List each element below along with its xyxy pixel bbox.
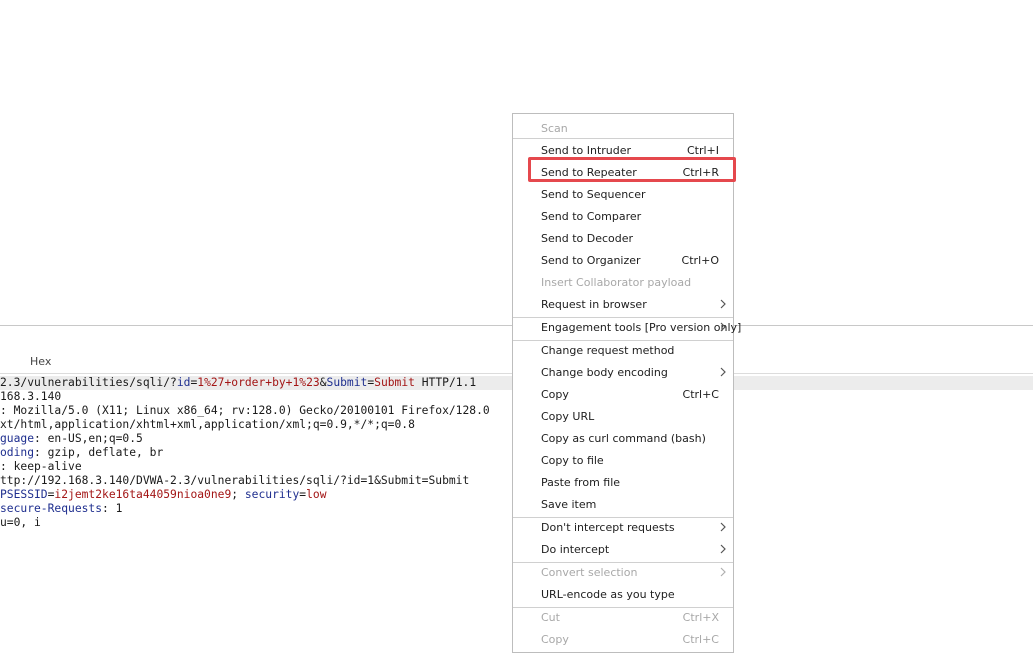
menu-item-change-body-encoding[interactable]: Change body encoding — [513, 363, 733, 383]
header-name: secure-Requests — [0, 502, 103, 515]
editor-line: : keep-alive — [0, 460, 512, 474]
menu-item-label: Send to Decoder — [541, 232, 634, 245]
menu-item-label: Save item — [541, 498, 597, 511]
editor-text: & — [319, 376, 327, 389]
menu-item-paste-from-file[interactable]: Paste from file — [513, 473, 733, 493]
menu-item-copy[interactable]: Copy Ctrl+C — [513, 385, 733, 405]
menu-item-send-to-organizer[interactable]: Send to Organizer Ctrl+O — [513, 251, 733, 271]
chevron-right-icon — [718, 520, 728, 534]
header-name: PSESSID — [0, 488, 48, 501]
editor-line: guage: en-US,en;q=0.5 — [0, 432, 512, 446]
editor-line: u=0, i — [0, 516, 512, 530]
chevron-right-icon — [718, 320, 728, 334]
menu-item-label: Copy — [541, 633, 569, 646]
menu-item-send-to-comparer[interactable]: Send to Comparer — [513, 207, 733, 227]
menu-separator — [513, 138, 733, 139]
editor-line: secure-Requests: 1 — [0, 502, 512, 516]
chevron-right-icon — [718, 365, 728, 379]
editor-line: ttp://192.168.3.140/DVWA-2.3/vulnerabili… — [0, 474, 512, 488]
menu-item-send-to-decoder[interactable]: Send to Decoder — [513, 229, 733, 249]
menu-item-copy-to-file[interactable]: Copy to file — [513, 451, 733, 471]
editor-text: HTTP/1.1 — [414, 376, 477, 389]
menu-item-shortcut: Ctrl+C — [682, 633, 719, 646]
editor-text: : Mozilla/5.0 (X11; Linux x86_64; rv:128… — [0, 404, 490, 417]
menu-item-copy-url[interactable]: Copy URL — [513, 407, 733, 427]
menu-item-label: Send to Comparer — [541, 210, 642, 223]
menu-item-label: Convert selection — [541, 566, 638, 579]
menu-item-label: Send to Intruder — [541, 144, 632, 157]
menu-item-shortcut: Ctrl+I — [686, 144, 719, 157]
menu-item-label: Change request method — [541, 344, 675, 357]
editor-text: ttp://192.168.3.140/DVWA-2.3/vulnerabili… — [0, 474, 470, 487]
editor-text: ; — [231, 488, 245, 501]
chevron-right-icon — [718, 542, 728, 556]
header-name: Submit — [326, 376, 368, 389]
menu-item-shortcut: Ctrl+X — [682, 611, 719, 624]
menu-item-label: Don't intercept requests — [541, 521, 675, 534]
menu-item-copy-as-curl[interactable]: Copy as curl command (bash) — [513, 429, 733, 449]
menu-item-send-to-sequencer[interactable]: Send to Sequencer — [513, 185, 733, 205]
menu-item-convert-selection: Convert selection — [513, 563, 733, 583]
header-value: low — [306, 488, 327, 501]
menu-item-dont-intercept-requests[interactable]: Don't intercept requests — [513, 518, 733, 538]
menu-item-request-in-browser[interactable]: Request in browser — [513, 295, 733, 315]
menu-item-label: Scan — [541, 122, 568, 135]
editor-text: : 1 — [102, 502, 123, 515]
menu-item-label: Insert Collaborator payload — [541, 276, 692, 289]
menu-item-label: Engagement tools [Pro version only] — [541, 321, 742, 334]
menu-item-label: Paste from file — [541, 476, 621, 489]
menu-item-label: Change body encoding — [541, 366, 668, 379]
editor-text: : keep-alive — [0, 460, 82, 473]
header-value: 1%27+order+by+1%23 — [197, 376, 320, 389]
menu-item-label: Copy to file — [541, 454, 604, 467]
menu-item-label: Send to Sequencer — [541, 188, 646, 201]
editor-line: : Mozilla/5.0 (X11; Linux x86_64; rv:128… — [0, 404, 512, 418]
menu-item-label: Request in browser — [541, 298, 647, 311]
menu-item-label: Do intercept — [541, 543, 610, 556]
header-value: i2jemt2ke16ta44059nioa0ne9 — [54, 488, 232, 501]
annotation-highlight-box — [528, 157, 736, 182]
context-menu: Scan Send to Intruder Ctrl+I Send to Repeat… — [512, 113, 741, 653]
header-name: security — [244, 488, 300, 501]
menu-item-copy-disabled: Copy Ctrl+C — [513, 630, 733, 650]
menu-item-engagement-tools[interactable]: Engagement tools [Pro version only] — [513, 318, 741, 338]
header-name: guage — [0, 432, 35, 445]
chevron-right-icon — [718, 297, 728, 311]
menu-item-label: Cut — [541, 611, 560, 624]
chevron-right-icon — [718, 565, 728, 579]
menu-item-label: Send to Organizer — [541, 254, 641, 267]
menu-item-save-item[interactable]: Save item — [513, 495, 733, 515]
tab-hex[interactable]: Hex — [30, 355, 51, 368]
editor-text: xt/html,application/xhtml+xml,applicatio… — [0, 418, 415, 431]
menu-item-change-request-method[interactable]: Change request method — [513, 341, 733, 361]
request-editor[interactable]: 2.3/vulnerabilities/sqli/?id=1%27+order+… — [0, 376, 512, 536]
menu-item-label: Copy as curl command (bash) — [541, 432, 706, 445]
editor-text: : en-US,en;q=0.5 — [34, 432, 143, 445]
editor-line: 2.3/vulnerabilities/sqli/?id=1%27+order+… — [0, 376, 512, 390]
menu-item-shortcut: Ctrl+O — [681, 254, 719, 267]
menu-item-shortcut: Ctrl+C — [682, 388, 719, 401]
editor-text: 168.3.140 — [0, 390, 62, 403]
editor-line: xt/html,application/xhtml+xml,applicatio… — [0, 418, 512, 432]
menu-item-label: Copy URL — [541, 410, 595, 423]
menu-item-insert-collaborator-payload: Insert Collaborator payload — [513, 273, 733, 293]
menu-item-scan: Scan — [513, 119, 733, 139]
menu-item-label: URL-encode as you type — [541, 588, 675, 601]
editor-line: 168.3.140 — [0, 390, 512, 404]
header-value: Submit — [374, 376, 415, 389]
editor-text: u=0, i — [0, 516, 41, 529]
menu-item-url-encode-as-you-type[interactable]: URL-encode as you type — [513, 585, 733, 605]
editor-line: oding: gzip, deflate, br — [0, 446, 512, 460]
menu-item-cut: Cut Ctrl+X — [513, 608, 733, 628]
menu-item-do-intercept[interactable]: Do intercept — [513, 540, 733, 560]
header-name: oding — [0, 446, 35, 459]
menu-item-label: Copy — [541, 388, 569, 401]
editor-text: 2.3/vulnerabilities/sqli/? — [0, 376, 177, 389]
header-name: id — [176, 376, 191, 389]
editor-text: : gzip, deflate, br — [34, 446, 164, 459]
editor-line: PSESSID=i2jemt2ke16ta44059nioa0ne9; secu… — [0, 488, 512, 502]
